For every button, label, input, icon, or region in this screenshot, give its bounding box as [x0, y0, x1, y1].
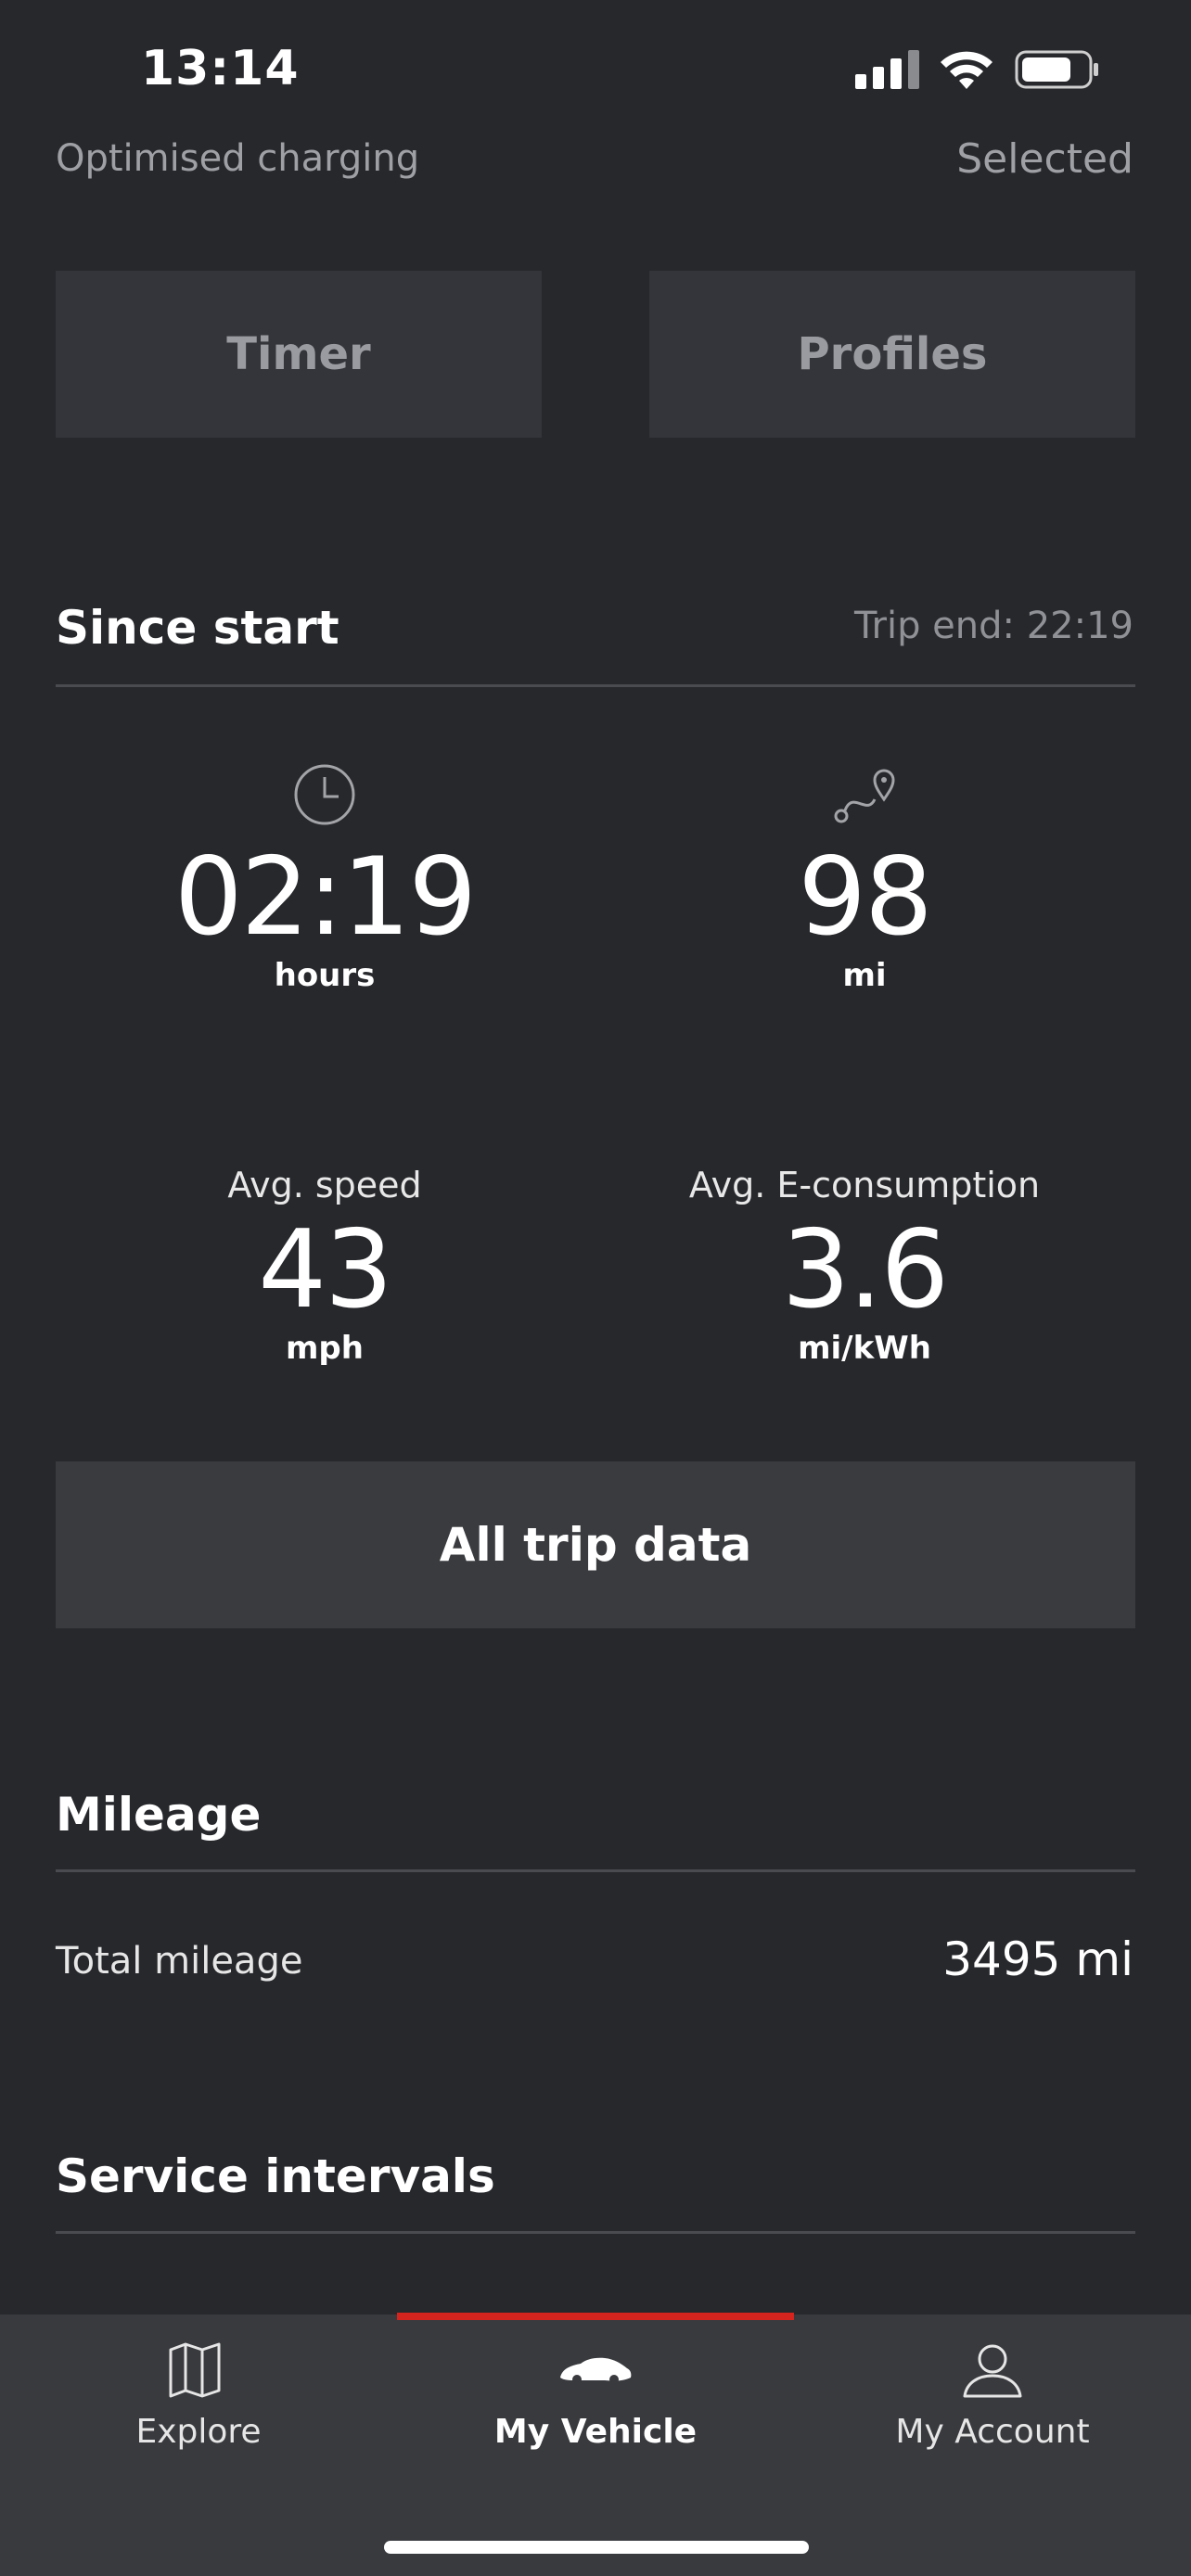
distance-value: 98: [798, 835, 933, 960]
profiles-button[interactable]: Profiles: [649, 271, 1135, 438]
optimised-charging-value: Selected: [956, 135, 1133, 183]
person-icon: [963, 2344, 1022, 2398]
since-start-title: Since start: [56, 601, 339, 655]
optimised-charging-label: Optimised charging: [56, 137, 420, 180]
tab-my-account-label: My Account: [895, 2413, 1090, 2451]
avg-speed-label: Avg. speed: [227, 1165, 422, 1205]
home-indicator[interactable]: [384, 2541, 809, 2554]
total-mileage-value: 3495 mi: [942, 1932, 1133, 1986]
total-mileage-label: Total mileage: [56, 1940, 303, 1983]
mileage-title: Mileage: [56, 1788, 262, 1842]
avg-consumption-label: Avg. E-consumption: [688, 1165, 1041, 1205]
wifi-icon: [941, 51, 992, 89]
tab-explore-label: Explore: [135, 2413, 262, 2451]
route-icon: [834, 769, 895, 823]
service-intervals-divider: [56, 2231, 1135, 2234]
distance-unit: mi: [842, 957, 887, 994]
tab-explore[interactable]: Explore: [0, 2340, 397, 2451]
battery-icon: [1015, 50, 1098, 89]
trip-end-time: Trip end: 22:19: [853, 605, 1133, 647]
tab-my-vehicle-label: My Vehicle: [493, 2413, 698, 2451]
duration-unit: hours: [274, 957, 376, 994]
service-intervals-title: Service intervals: [56, 2149, 495, 2203]
distance-stat: 98 mi: [605, 762, 1124, 994]
duration-value: 02:19: [173, 835, 477, 960]
active-tab-indicator: [397, 2313, 794, 2320]
since-start-divider: [56, 684, 1135, 687]
avg-speed-value: 43: [258, 1207, 393, 1333]
clock-icon: [294, 764, 355, 825]
all-trip-data-button[interactable]: All trip data: [56, 1461, 1135, 1628]
duration-stat: 02:19 hours: [65, 762, 584, 994]
mileage-divider: [56, 1869, 1135, 1872]
tab-my-account[interactable]: My Account: [794, 2340, 1191, 2451]
avg-speed-stat: Avg. speed 43 mph: [65, 1165, 584, 1367]
map-icon: [169, 2342, 221, 2398]
avg-speed-unit: mph: [286, 1330, 364, 1367]
timer-button[interactable]: Timer: [56, 271, 542, 438]
tab-my-vehicle[interactable]: My Vehicle: [397, 2340, 794, 2451]
status-time: 13:14: [141, 41, 300, 96]
avg-consumption-unit: mi/kWh: [798, 1330, 931, 1367]
avg-consumption-stat: Avg. E-consumption 3.6 mi/kWh: [605, 1165, 1124, 1367]
car-icon: [560, 2357, 632, 2384]
avg-consumption-value: 3.6: [781, 1207, 949, 1333]
cellular-signal-icon: [855, 50, 919, 89]
